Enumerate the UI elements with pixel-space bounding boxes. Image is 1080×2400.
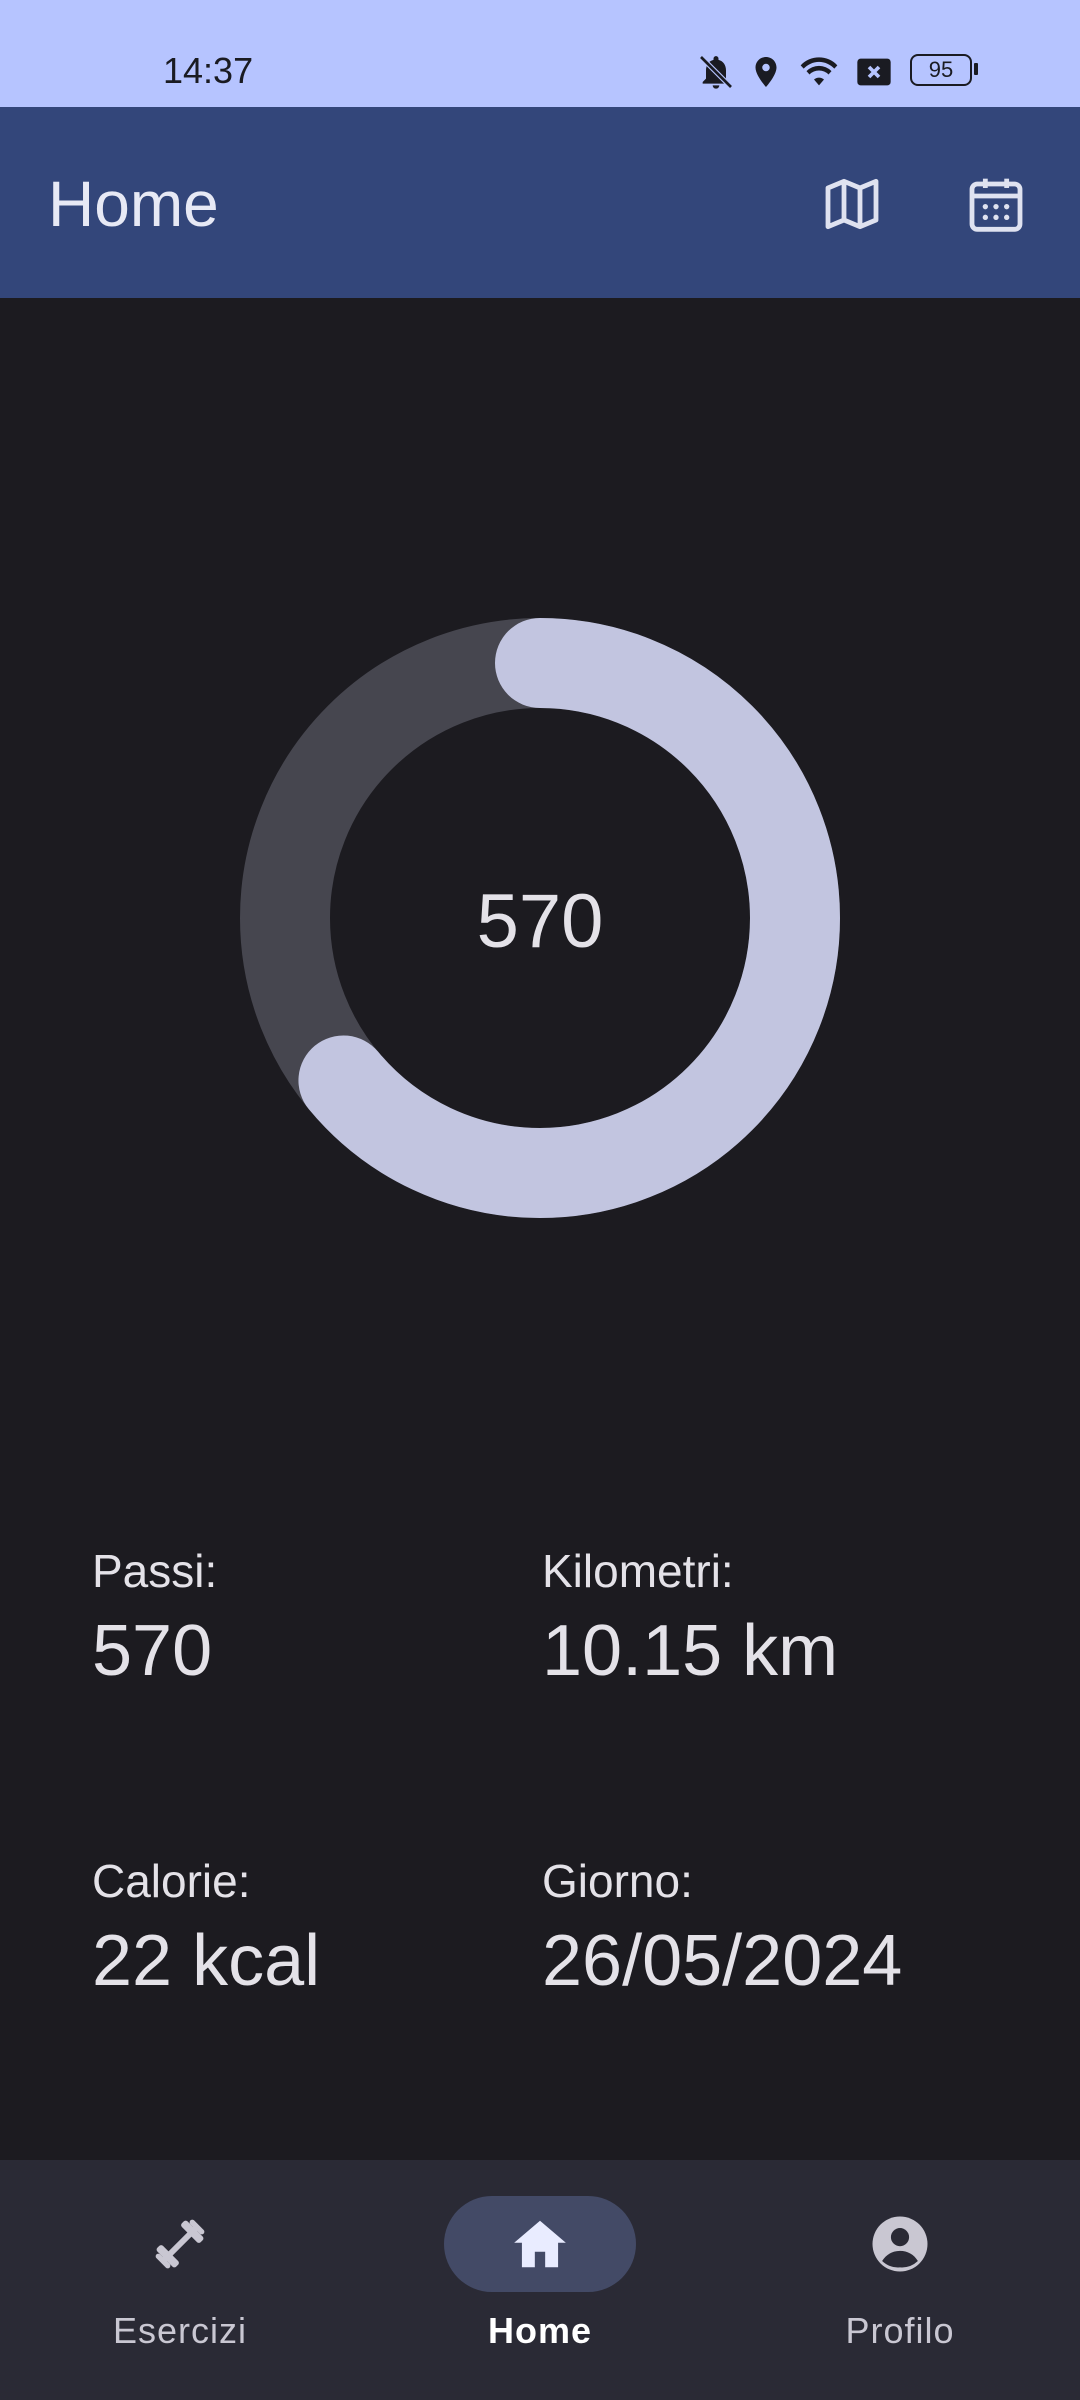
status-time: 14:37 bbox=[163, 50, 254, 91]
nav-item-home[interactable]: Home bbox=[360, 2160, 720, 2400]
page-title: Home bbox=[48, 168, 219, 240]
stat-steps: Passi: 570 bbox=[92, 1544, 217, 1692]
bell-off-icon bbox=[699, 55, 733, 89]
calories-value: 22 kcal bbox=[92, 1921, 321, 2001]
dumbbell-icon bbox=[155, 2219, 205, 2269]
steps-label: Passi: bbox=[92, 1545, 218, 1597]
battery-tip bbox=[974, 63, 978, 75]
home-icon bbox=[514, 2220, 566, 2268]
ring-value: 570 bbox=[476, 879, 604, 964]
calories-label: Calorie: bbox=[92, 1855, 251, 1907]
stat-kilometers: Kilometri: 10.15 km bbox=[542, 1544, 838, 1692]
stat-day: Giorno: 26/05/2024 bbox=[542, 1854, 902, 2002]
nav-label-esercizi: Esercizi bbox=[112, 2310, 248, 2351]
nav-indicator bbox=[804, 2196, 996, 2292]
bottom-navigation: Esercizi Home Profilo bbox=[0, 2160, 1080, 2400]
account-circle-icon bbox=[872, 2216, 928, 2272]
nav-item-profilo[interactable]: Profilo bbox=[720, 2160, 1080, 2400]
nav-indicator bbox=[84, 2196, 276, 2292]
map-button[interactable] bbox=[807, 159, 897, 249]
steps-progress: 570 bbox=[0, 298, 1080, 1538]
kilometers-label: Kilometri: bbox=[542, 1545, 734, 1597]
battery-icon: 95 bbox=[910, 54, 972, 86]
location-icon bbox=[755, 57, 777, 87]
battery-level: 95 bbox=[928, 57, 954, 82]
status-icons: 95 bbox=[696, 52, 996, 92]
calendar-icon bbox=[969, 178, 1023, 232]
status-bar: 14:37 95 bbox=[0, 0, 1080, 107]
map-icon bbox=[825, 178, 879, 230]
nav-indicator-active bbox=[444, 2196, 636, 2292]
nav-label-profilo: Profilo bbox=[845, 2310, 955, 2351]
kilometers-value: 10.15 km bbox=[542, 1611, 839, 1691]
steps-value: 570 bbox=[92, 1611, 213, 1691]
nav-label-home: Home bbox=[487, 2310, 593, 2351]
day-value: 26/05/2024 bbox=[542, 1921, 903, 2001]
wifi-icon bbox=[800, 57, 838, 86]
x-badge-icon bbox=[857, 58, 891, 86]
stat-calories: Calorie: 22 kcal bbox=[92, 1854, 320, 2002]
calendar-button[interactable] bbox=[951, 159, 1041, 249]
day-label: Giorno: bbox=[542, 1855, 693, 1907]
app-bar: Home bbox=[0, 107, 1080, 298]
nav-item-esercizi[interactable]: Esercizi bbox=[0, 2160, 360, 2400]
